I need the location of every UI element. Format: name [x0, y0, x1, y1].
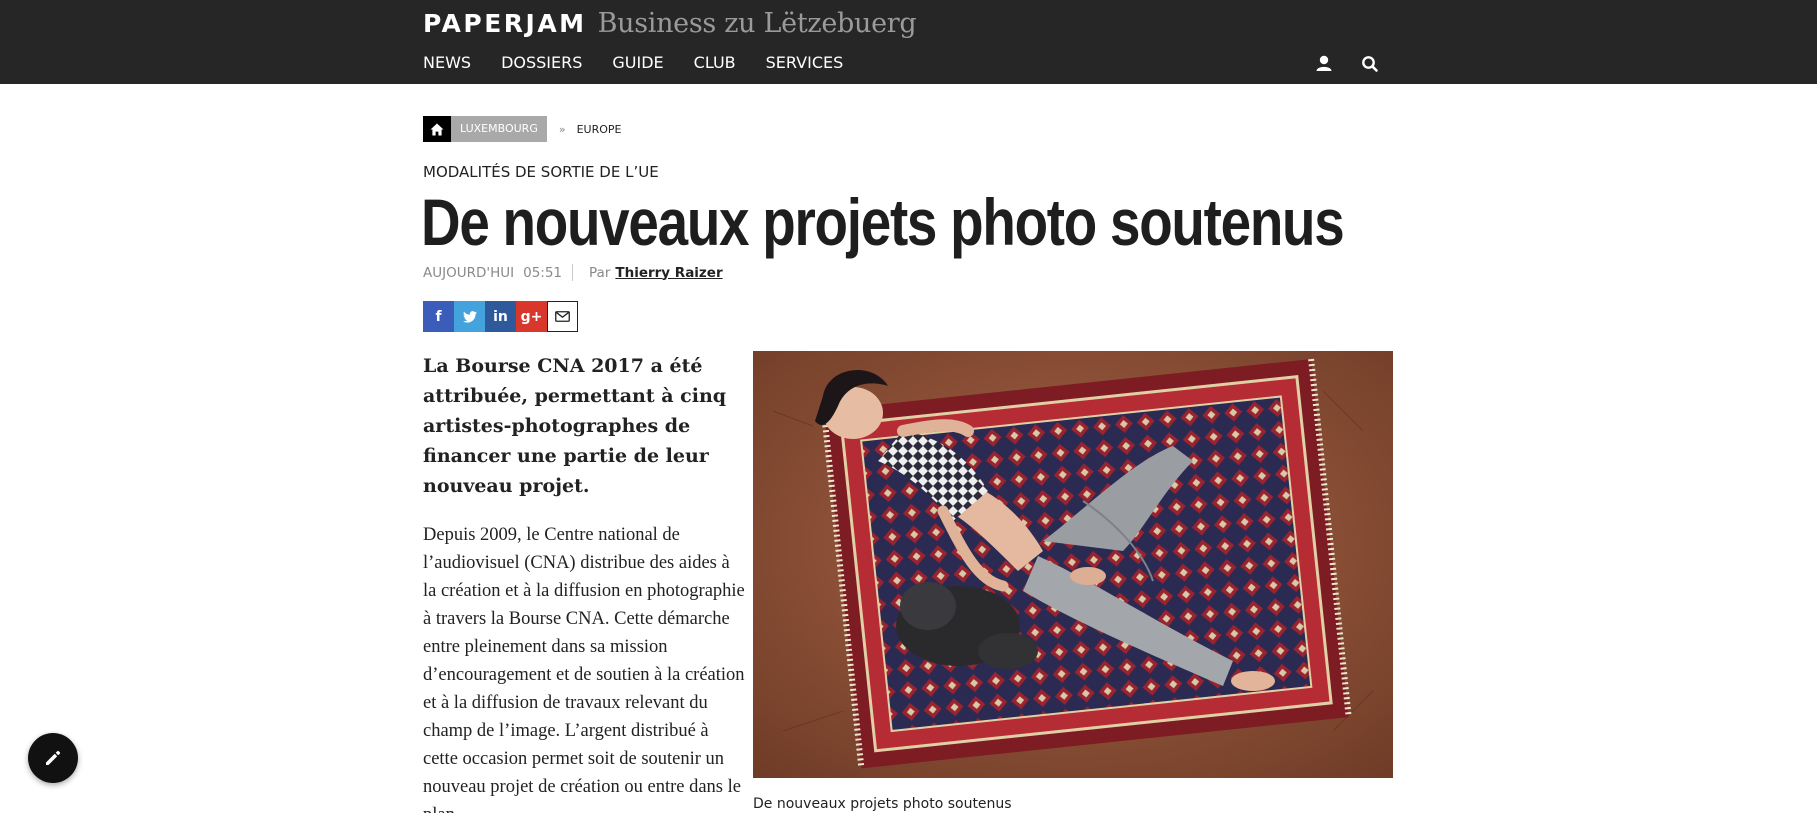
site-logo[interactable]: PAPERJAM: [423, 9, 587, 38]
linkedin-share-button[interactable]: in: [485, 301, 516, 332]
share-bar: f in g+: [423, 301, 578, 332]
nav-item-dossiers[interactable]: DOSSIERS: [501, 52, 582, 74]
email-share-button[interactable]: [547, 301, 578, 332]
article-date: AUJOURD'HUI: [423, 264, 515, 281]
googleplus-icon: g+: [520, 308, 543, 325]
byline-prefix: Par: [589, 264, 611, 281]
breadcrumb-europe[interactable]: EUROPE: [577, 123, 622, 136]
nav-item-guide[interactable]: GUIDE: [612, 52, 663, 74]
envelope-icon: [555, 311, 570, 322]
site-brand[interactable]: PAPERJAM Business zu Lëtzebuerg: [423, 8, 917, 44]
linkedin-icon: in: [493, 308, 508, 325]
pencil-icon: [46, 750, 61, 765]
nav-item-club[interactable]: CLUB: [694, 52, 736, 74]
article-body: Depuis 2009, le Centre national de l’aud…: [423, 525, 745, 813]
breadcrumb-luxembourg[interactable]: LUXEMBOURG: [451, 116, 547, 142]
nav-item-services[interactable]: SERVICES: [766, 52, 844, 74]
breadcrumb-separator: »: [558, 122, 566, 136]
home-icon[interactable]: [423, 116, 451, 142]
article-title: De nouveaux projets photo soutenus: [421, 185, 1345, 259]
article-kicker: MODALITÉS DE SORTIE DE L’UE: [423, 163, 659, 181]
article-lead: La Bourse CNA 2017 a été attribuée, perm…: [423, 355, 727, 497]
twitter-share-button[interactable]: [454, 301, 485, 332]
search-icon[interactable]: [1359, 53, 1381, 75]
article-photo[interactable]: [753, 351, 1393, 778]
meta-divider: [572, 264, 574, 281]
photo-caption: De nouveaux projets photo soutenus: [753, 796, 1012, 812]
site-tagline: Business zu Lëtzebuerg: [597, 8, 917, 39]
author-link[interactable]: Thierry Raizer: [615, 265, 722, 281]
edit-button[interactable]: [28, 733, 78, 783]
breadcrumb: LUXEMBOURG » EUROPE: [423, 116, 621, 142]
top-header: PAPERJAM Business zu Lëtzebuerg NEWS DOS…: [0, 0, 1817, 84]
user-icon[interactable]: [1313, 53, 1335, 75]
googleplus-share-button[interactable]: g+: [516, 301, 547, 332]
twitter-icon: [462, 310, 477, 323]
main-nav: NEWS DOSSIERS GUIDE CLUB SERVICES: [423, 52, 873, 74]
facebook-icon: f: [435, 308, 442, 325]
article-meta: AUJOURD'HUI 05:51 Par Thierry Raizer: [423, 264, 723, 281]
nav-item-news[interactable]: NEWS: [423, 52, 471, 74]
article-time: 05:51: [523, 264, 563, 281]
facebook-share-button[interactable]: f: [423, 301, 454, 332]
